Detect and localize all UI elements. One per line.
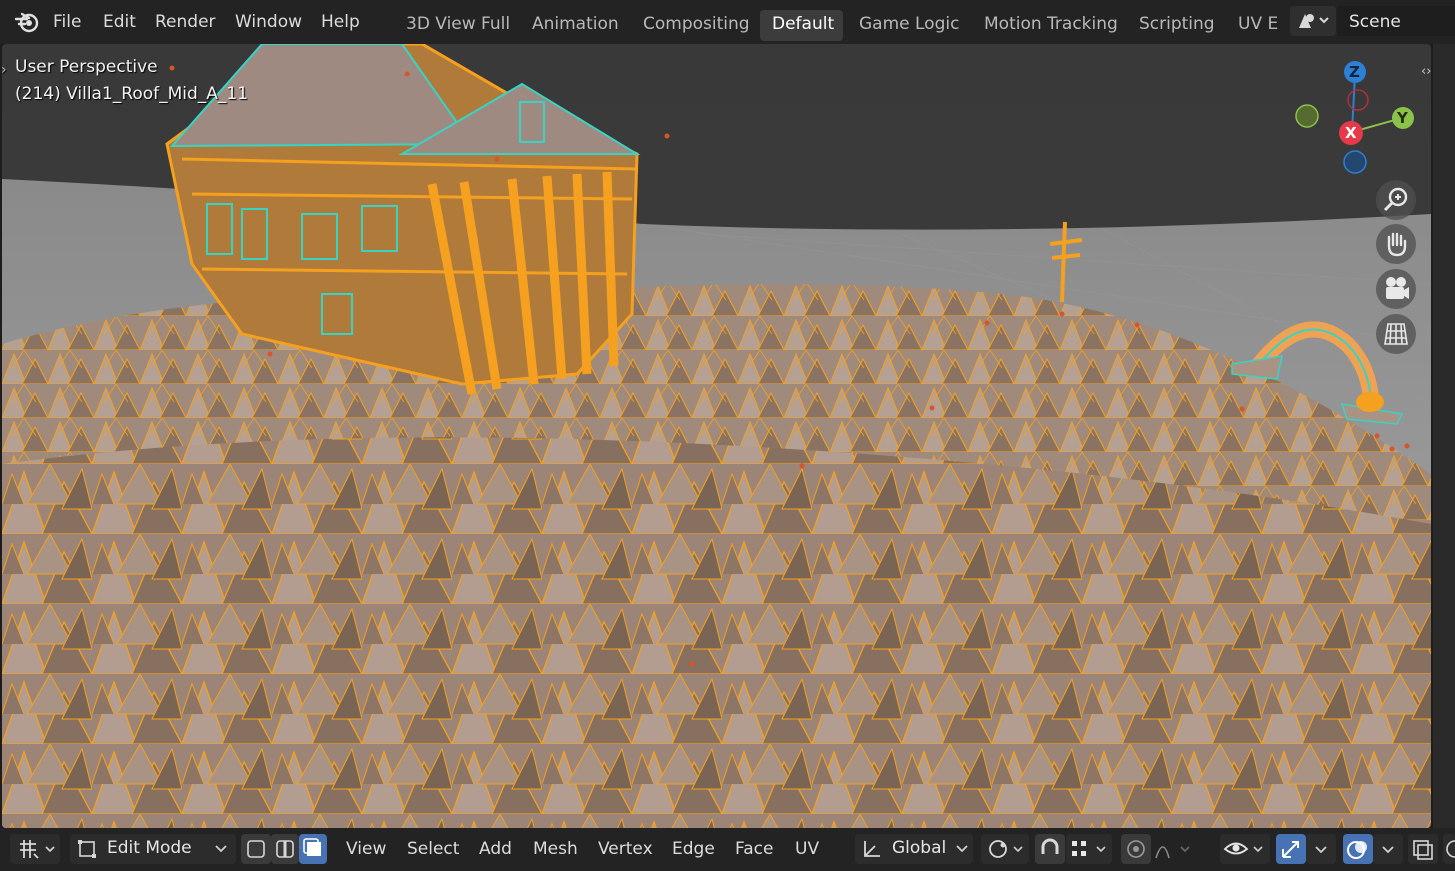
viewport-header: Edit Mode View Select Add Mesh Vertex Ed… xyxy=(0,828,1455,871)
header-menu-view[interactable]: View xyxy=(346,839,386,859)
hand-icon xyxy=(1387,232,1407,257)
face-select-icon xyxy=(303,838,321,856)
vertex-select-icon xyxy=(247,840,265,858)
right-region-strip: ‹› xyxy=(1421,44,1455,828)
face-select-mode-button[interactable] xyxy=(299,834,327,864)
eye-icon xyxy=(1223,842,1263,855)
overlays-menu-dropdown[interactable] xyxy=(1373,834,1403,864)
proportional-editing-button[interactable] xyxy=(1121,834,1151,864)
tab-animation[interactable]: Animation xyxy=(532,14,619,34)
falloff-selector[interactable] xyxy=(1151,834,1197,864)
transform-orientation-selector[interactable]: Global xyxy=(855,834,973,864)
zoom-button[interactable] xyxy=(1376,180,1416,220)
menu-help[interactable]: Help xyxy=(321,12,360,32)
gizmo-icon xyxy=(1282,841,1299,858)
orientation-icon xyxy=(864,841,880,857)
camera-icon xyxy=(1386,277,1409,299)
edge-select-icon xyxy=(276,840,294,858)
menu-window[interactable]: Window xyxy=(235,12,302,32)
xray-toggle-button[interactable] xyxy=(1408,834,1438,864)
tab-scripting[interactable]: Scripting xyxy=(1139,14,1215,34)
tab-compositing[interactable]: Compositing xyxy=(643,14,750,34)
shading-icon xyxy=(1446,840,1455,858)
editor-type-icon xyxy=(20,840,55,859)
grid-icon xyxy=(1384,323,1408,345)
pan-button[interactable] xyxy=(1376,224,1416,264)
gizmo-z-label: Z xyxy=(1349,63,1360,81)
header-menu-face[interactable]: Face xyxy=(735,839,773,859)
blender-logo-icon[interactable] xyxy=(14,10,40,34)
xray-icon xyxy=(1413,840,1433,860)
vertex-select-mode-button[interactable] xyxy=(241,834,271,864)
header-menu-uv[interactable]: UV xyxy=(795,839,819,859)
edit-mode-icon xyxy=(78,840,96,858)
visibility-selector[interactable] xyxy=(1220,834,1270,864)
menu-edit[interactable]: Edit xyxy=(103,12,136,32)
shading-mode-button[interactable] xyxy=(1443,834,1455,864)
scene-selector-button[interactable] xyxy=(1290,6,1336,36)
chevron-down-icon xyxy=(1382,846,1394,854)
editor-type-button[interactable] xyxy=(10,834,60,864)
snap-grid-icon xyxy=(1072,841,1106,856)
active-object-label: (214) Villa1_Roof_Mid_A_11 xyxy=(15,84,249,104)
pivot-icon xyxy=(989,840,1023,858)
zoom-icon xyxy=(1383,187,1408,212)
view-name-label: User Perspective xyxy=(15,57,158,77)
sidebar-toggle-icon[interactable]: ‹› xyxy=(1421,64,1431,79)
top-bar: File Edit Render Window Help 3D View Ful… xyxy=(0,0,1455,44)
tab-game-logic[interactable]: Game Logic xyxy=(859,14,959,34)
chevron-down-icon xyxy=(956,845,968,853)
header-menu-select[interactable]: Select xyxy=(407,839,459,859)
header-menu-edge[interactable]: Edge xyxy=(672,839,715,859)
mode-label: Edit Mode xyxy=(107,838,192,858)
menu-file[interactable]: File xyxy=(53,12,81,32)
magnet-icon xyxy=(1041,838,1059,854)
chevron-down-icon xyxy=(1315,846,1327,854)
scene-icon xyxy=(1299,14,1329,28)
tab-default[interactable]: Default xyxy=(772,14,834,34)
gizmo-x-label: X xyxy=(1345,124,1357,142)
gizmo-y-label: Y xyxy=(1397,109,1408,127)
edge-select-mode-button[interactable] xyxy=(271,834,299,864)
tab-uv-editing[interactable]: UV E xyxy=(1238,14,1280,34)
toolbar-expand-icon[interactable]: › xyxy=(2,62,7,78)
falloff-icon xyxy=(1155,846,1190,859)
chevron-down-icon xyxy=(215,845,227,853)
snap-target-selector[interactable] xyxy=(1066,834,1112,864)
overlays-icon xyxy=(1347,841,1367,859)
gizmo-toggle-button[interactable] xyxy=(1276,834,1306,864)
viewport-scene xyxy=(2,44,1431,828)
overlays-toggle-button[interactable] xyxy=(1343,834,1373,864)
header-menu-add[interactable]: Add xyxy=(479,839,512,859)
3d-viewport[interactable]: User Perspective (214) Villa1_Roof_Mid_A… xyxy=(2,44,1431,828)
pivot-point-selector[interactable] xyxy=(981,834,1029,864)
tab-motion-tracking[interactable]: Motion Tracking xyxy=(984,14,1118,34)
header-menu-vertex[interactable]: Vertex xyxy=(598,839,653,859)
mode-selector[interactable]: Edit Mode xyxy=(70,834,236,864)
proportional-icon xyxy=(1127,840,1145,858)
scene-label: Scene xyxy=(1349,12,1401,32)
gizmo-menu-dropdown[interactable] xyxy=(1306,834,1336,864)
snap-toggle-button[interactable] xyxy=(1035,834,1065,864)
tab-3d-view-full[interactable]: 3D View Full xyxy=(406,14,510,34)
camera-view-button[interactable] xyxy=(1376,269,1416,309)
projection-toggle-button[interactable] xyxy=(1376,314,1416,354)
menu-render[interactable]: Render xyxy=(155,12,216,32)
header-menu-mesh[interactable]: Mesh xyxy=(533,839,578,859)
orientation-label: Global xyxy=(892,838,947,858)
